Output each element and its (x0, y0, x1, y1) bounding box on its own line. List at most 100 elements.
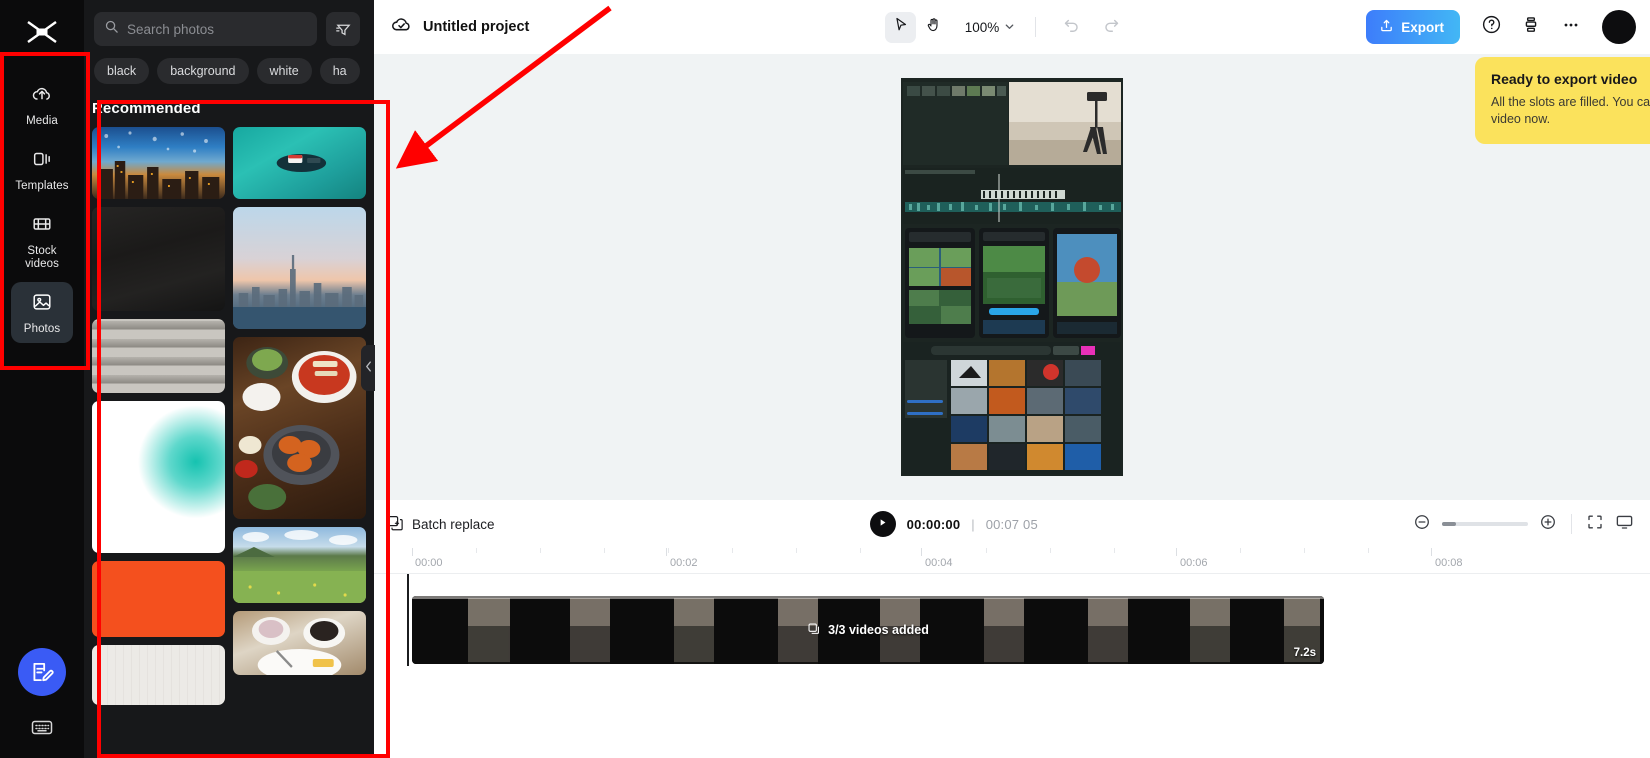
chip-ha[interactable]: ha (319, 58, 360, 84)
cursor-arrow-icon (892, 16, 909, 38)
video-stack-icon (807, 622, 821, 639)
capcut-logo-icon[interactable] (19, 12, 65, 52)
clip-label-text: 3/3 videos added (828, 623, 929, 637)
zoom-level-select[interactable]: 100% (965, 20, 1016, 35)
photo-thumb-white-wood-texture[interactable] (92, 645, 225, 705)
select-tool-button[interactable] (884, 11, 916, 43)
search-icon (104, 19, 119, 39)
photo-thumb-city-skyline-night[interactable] (92, 127, 225, 199)
timeline-zoom-slider[interactable] (1442, 522, 1528, 526)
sidebar-nav-list: Media Templates Stock videos Photos (0, 74, 84, 343)
filter-icon[interactable] (326, 12, 360, 46)
redo-button[interactable] (1096, 12, 1126, 42)
keyboard-icon[interactable] (30, 718, 54, 742)
sidebar-item-label: Stock videos (25, 245, 59, 270)
help-button[interactable] (1476, 12, 1506, 42)
ruler-label: 00:04 (925, 557, 953, 569)
timeline-track-area[interactable]: 3/3 videos added 7.2s (374, 574, 1650, 758)
preview-area (374, 54, 1650, 500)
ruler-tick (732, 548, 733, 553)
toast-body: All the slots are filled. You can export… (1491, 95, 1650, 126)
toast-title: Ready to export video (1491, 71, 1638, 87)
photo-thumb-teal-abstract-smoke[interactable] (92, 401, 225, 553)
photo-thumb-green-countryside[interactable] (233, 527, 366, 603)
timeline-ruler[interactable]: 00:00 00:02 00:04 00:06 00:08 (374, 548, 1650, 574)
ready-to-export-toast: Ready to export video All the slots are … (1475, 57, 1650, 144)
chip-black[interactable]: black (94, 58, 150, 84)
sidebar-item-photos[interactable]: Photos (11, 282, 73, 343)
zoom-in-icon[interactable] (1539, 513, 1557, 536)
search-input-wrapper[interactable] (94, 12, 317, 46)
collapse-panel-handle[interactable] (361, 345, 375, 391)
chip-background[interactable]: background (157, 58, 249, 84)
photo-thumb-breakfast-plate[interactable] (233, 611, 366, 675)
photo-thumb-stacked-stone-blocks[interactable] (92, 319, 225, 393)
ruler-tick (796, 548, 797, 553)
photo-thumb-dark-chalkboard[interactable] (92, 207, 225, 311)
ruler-label: 00:00 (415, 557, 443, 569)
clip-duration: 7.2s (1293, 647, 1316, 659)
ruler-label: 00:02 (670, 557, 698, 569)
ruler-tick (1176, 548, 1177, 556)
chevron-down-icon (1004, 20, 1015, 35)
ruler-tick (986, 548, 987, 553)
chip-white[interactable]: white (256, 58, 312, 84)
ruler-tick (1304, 548, 1305, 553)
avatar[interactable] (1602, 10, 1636, 44)
undo-icon (1062, 15, 1081, 39)
ruler-tick (476, 548, 477, 553)
search-input[interactable] (127, 21, 307, 37)
clip-label-group: 3/3 videos added (807, 622, 929, 639)
timeline-zoom-controls (1413, 512, 1634, 536)
ruler-tick (1114, 548, 1115, 553)
timeline-panel: Batch replace 00:00:00 | 00:07 05 00:00 … (374, 500, 1650, 758)
zoom-out-icon[interactable] (1413, 513, 1431, 536)
zoom-level-value: 100% (964, 19, 1000, 35)
batch-replace-button[interactable]: Batch replace (386, 514, 495, 535)
hand-tool-button[interactable] (918, 12, 949, 43)
photos-library-panel: black background white ha Recommended (84, 0, 375, 758)
edit-document-icon[interactable] (18, 648, 66, 696)
zoom-slider-fill (1442, 522, 1456, 526)
export-button[interactable]: Export (1366, 10, 1460, 44)
photos-grid (84, 127, 374, 758)
undo-button[interactable] (1056, 12, 1086, 42)
photo-thumb-nyc-skyline-sunset[interactable] (233, 207, 366, 329)
redo-icon (1102, 15, 1121, 39)
stack-icon (1521, 15, 1541, 40)
sidebar-item-media[interactable]: Media (11, 74, 73, 135)
ruler-tick (668, 548, 669, 553)
fit-to-screen-icon[interactable] (1586, 513, 1604, 536)
sidebar-item-stock-videos[interactable]: Stock videos (11, 204, 73, 278)
video-clip[interactable]: 3/3 videos added 7.2s (412, 596, 1324, 664)
total-time: 00:07 05 (985, 516, 1038, 532)
export-upload-icon (1379, 18, 1394, 36)
more-options-button[interactable] (1556, 12, 1586, 42)
cloud-saved-icon[interactable] (390, 13, 413, 41)
monitor-icon[interactable] (1615, 512, 1634, 536)
ruler-tick (860, 548, 861, 553)
sidebar-item-templates[interactable]: Templates (11, 139, 73, 200)
capcut-editor-window: Media Templates Stock videos Photos Sear… (0, 0, 1650, 758)
layers-button[interactable] (1516, 12, 1546, 42)
top-toolbar: Untitled project 100% Export Ready to ex… (374, 0, 1650, 144)
sidebar-item-label: Photos (23, 323, 61, 335)
library-search-row (84, 0, 374, 46)
photo-thumb-boat-turquoise-sea[interactable] (233, 127, 366, 199)
play-button[interactable] (869, 511, 896, 537)
ruler-tick (540, 548, 541, 553)
play-icon (877, 515, 888, 533)
ruler-tick (921, 548, 922, 556)
video-preview-frame[interactable] (901, 78, 1123, 476)
photo-thumb-korean-food-table[interactable] (233, 337, 366, 519)
batch-replace-label: Batch replace (412, 516, 495, 532)
help-circle-icon (1481, 14, 1502, 40)
project-title[interactable]: Untitled project (423, 19, 529, 35)
batch-replace-icon (386, 514, 404, 535)
ruler-label: 00:08 (1435, 557, 1463, 569)
search-tag-chips: black background white ha (84, 46, 374, 84)
ruler-tick (1368, 548, 1369, 553)
timeline-toolbar: Batch replace 00:00:00 | 00:07 05 (374, 500, 1650, 548)
photo-thumb-orange-solid[interactable] (92, 561, 225, 637)
playhead[interactable] (407, 574, 409, 666)
